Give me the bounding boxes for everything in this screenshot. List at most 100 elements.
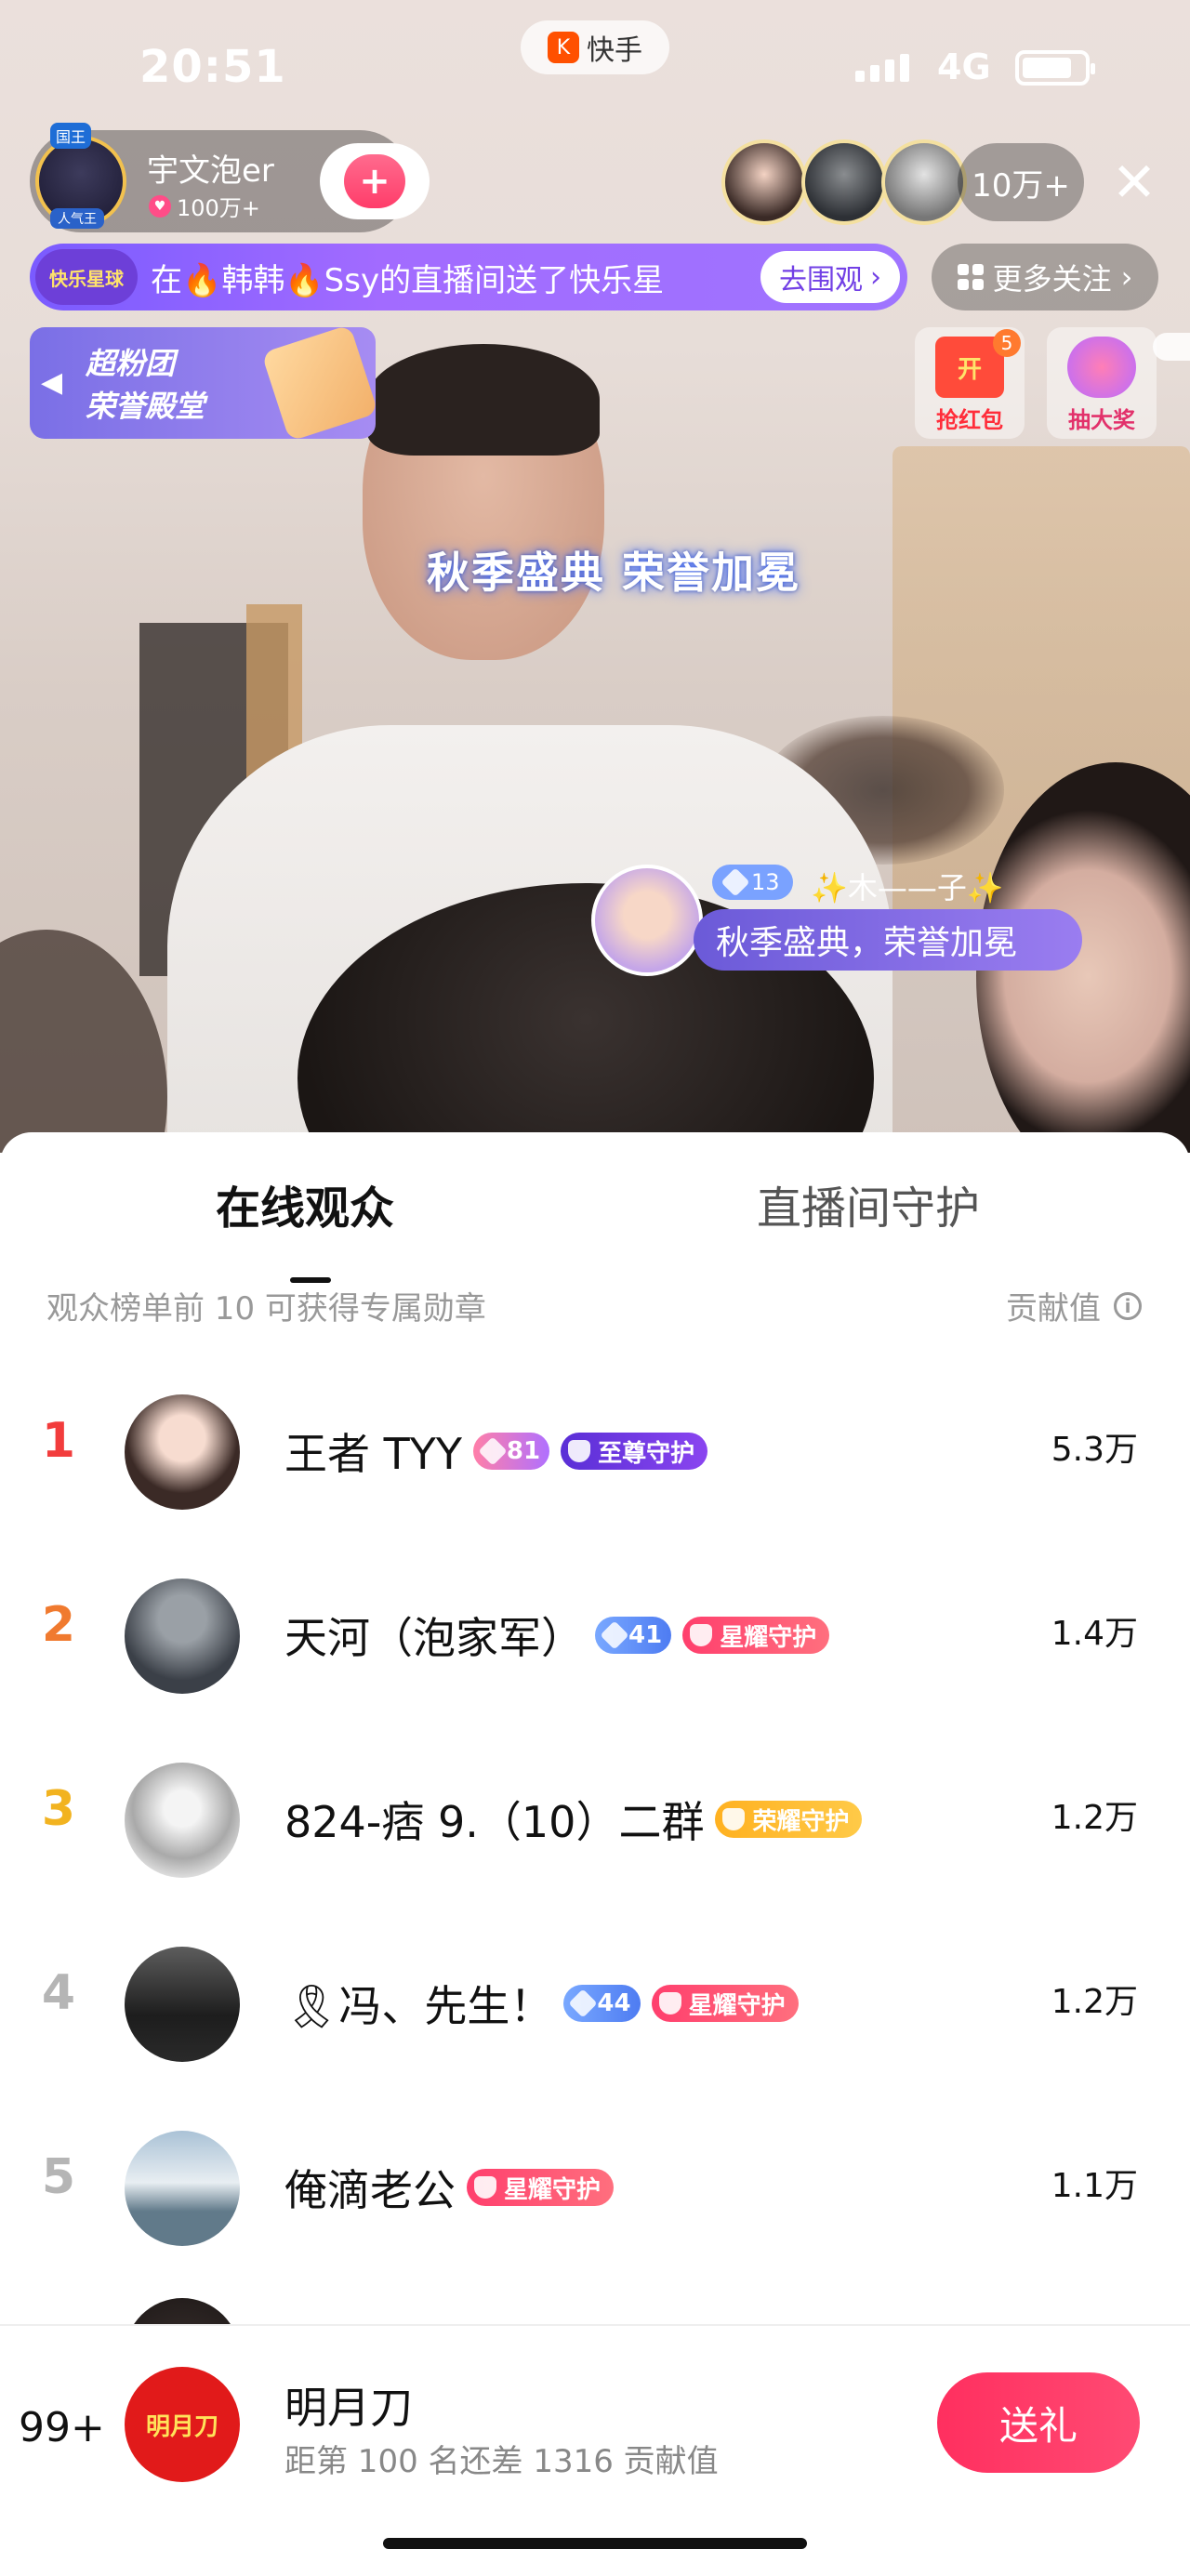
viewer-avatar[interactable] bbox=[125, 2131, 240, 2246]
guard-label: 至尊守护 bbox=[598, 1439, 695, 1468]
tab-online-audience[interactable]: 在线观众 bbox=[216, 1171, 394, 1236]
commenter-avatar[interactable] bbox=[591, 865, 703, 976]
contribution-value: 1.4万 bbox=[1051, 1615, 1138, 1653]
host-crown-badge: 国王 bbox=[50, 123, 92, 149]
my-avatar[interactable]: 明月刀 bbox=[125, 2367, 240, 2482]
rank-number: 1 bbox=[41, 1413, 76, 1469]
app-name: 快手 bbox=[587, 34, 642, 67]
red-packet-label: 抢红包 bbox=[936, 407, 1003, 433]
rank-number: 3 bbox=[41, 1781, 76, 1837]
level-badge: 41 bbox=[595, 1617, 672, 1654]
shield-icon bbox=[474, 2176, 496, 2199]
viewer-name: 俺滴老公 bbox=[284, 2165, 456, 2215]
ranking-row[interactable]: 3 824-痞 9.（10）二群 荣耀守护 1.2万 bbox=[0, 1737, 1190, 1904]
top-viewer-avatar[interactable] bbox=[721, 139, 807, 225]
ranking-row[interactable]: 2 天河（泡家军） 41 星耀守护 1.4万 bbox=[0, 1552, 1190, 1720]
my-rank-number: 99+ bbox=[19, 2404, 105, 2451]
go-watch-button[interactable]: 去围观 › bbox=[760, 251, 900, 303]
fan-card-line2: 荣誉殿堂 bbox=[86, 389, 205, 424]
guard-label: 星耀守护 bbox=[720, 1623, 817, 1652]
shield-icon bbox=[722, 1808, 746, 1830]
send-gift-button[interactable]: 送礼 bbox=[937, 2372, 1140, 2473]
viewer-avatar[interactable] bbox=[125, 1947, 240, 2062]
viewer-name-line: 🎗冯、先生！ 44 星耀守护 bbox=[284, 1973, 799, 2034]
commenter-nickname: ✨木——子✨ bbox=[811, 870, 1004, 905]
commenter-level: 13 bbox=[751, 869, 780, 895]
gift-broadcast-banner[interactable]: 快乐星球 在🔥韩韩🔥Ssy的直播间送了快乐星 去围观 › bbox=[30, 244, 907, 310]
contribution-value: 1.1万 bbox=[1051, 2167, 1138, 2205]
home-indicator[interactable] bbox=[383, 2538, 807, 2549]
viewer-name-line: 824-痞 9.（10）二群 荣耀守护 bbox=[284, 1789, 863, 1850]
ranking-row[interactable]: 1 王者 TYY 81 至尊守护 5.3万 bbox=[0, 1368, 1190, 1536]
fan-club-hall-card[interactable]: ◀ 超粉团 荣誉殿堂 bbox=[30, 327, 376, 439]
kuaishou-logo-icon: K bbox=[548, 32, 579, 63]
guard-label: 星耀守护 bbox=[688, 1991, 786, 2020]
viewer-name-line: 天河（泡家军） 41 星耀守护 bbox=[284, 1605, 830, 1666]
lottery-icon bbox=[1067, 337, 1136, 398]
heart-plus-icon: + bbox=[344, 154, 405, 208]
level-value: 81 bbox=[506, 1437, 541, 1465]
gift-box-icon bbox=[260, 327, 376, 439]
diamond-icon bbox=[600, 1620, 629, 1650]
guard-badge: 星耀守护 bbox=[467, 2169, 615, 2206]
viewer-name-line: 王者 TYY 81 至尊守护 bbox=[284, 1420, 708, 1482]
level-value: 41 bbox=[628, 1621, 663, 1649]
guard-label: 星耀守护 bbox=[504, 2175, 602, 2204]
battery-icon bbox=[1015, 50, 1095, 86]
lottery-button[interactable]: 抽大奖 bbox=[1047, 327, 1157, 439]
host-info-pill[interactable]: 国王 人气王 宇文泡er ♥ 100万+ + bbox=[30, 123, 430, 232]
app-badge: K 快手 bbox=[521, 20, 669, 74]
level-badge: 81 bbox=[472, 1433, 550, 1470]
level-badge: 44 bbox=[563, 1985, 641, 2022]
my-rank-gap: 距第 100 名还差 1316 贡献值 bbox=[284, 2443, 719, 2480]
my-name: 明月刀 bbox=[284, 2383, 413, 2433]
ranking-row[interactable]: 4 🎗冯、先生！ 44 星耀守护 1.2万 bbox=[0, 1921, 1190, 2088]
shield-icon bbox=[658, 1992, 681, 2015]
host-popular-tag: 人气王 bbox=[50, 208, 104, 229]
level-value: 44 bbox=[597, 1989, 631, 2017]
guard-badge: 荣耀守护 bbox=[715, 1801, 863, 1838]
broadcast-text: 在🔥韩韩🔥Ssy的直播间送了快乐星 bbox=[151, 261, 665, 299]
guard-badge: 星耀守护 bbox=[682, 1617, 830, 1654]
streamer-hair bbox=[367, 344, 600, 456]
red-packet-count-badge: 5 bbox=[993, 329, 1021, 357]
rank-number: 4 bbox=[41, 1965, 76, 2021]
grid-icon bbox=[957, 264, 984, 290]
viewer-name: 824-痞 9.（10）二群 bbox=[284, 1797, 705, 1847]
rank-number: 5 bbox=[41, 2149, 76, 2205]
contribution-value: 5.3万 bbox=[1051, 1431, 1138, 1469]
ranking-hint: 观众榜单前 10 可获得专属勋章 bbox=[46, 1290, 486, 1328]
contribution-value: 1.2万 bbox=[1051, 1983, 1138, 2021]
viewer-avatar-partial[interactable] bbox=[125, 2298, 240, 2326]
heart-icon: ♥ bbox=[149, 194, 171, 218]
info-icon[interactable]: i bbox=[1114, 1291, 1142, 1320]
shield-icon bbox=[690, 1624, 713, 1646]
happy-planet-badge: 快乐星球 bbox=[35, 249, 138, 305]
close-icon[interactable]: ✕ bbox=[1106, 154, 1162, 210]
red-packet-button[interactable]: 开 5 抢红包 bbox=[915, 327, 1025, 439]
more-follow-button[interactable]: 更多关注 › bbox=[932, 244, 1158, 310]
event-title: 秋季盛典 荣誉加冕 bbox=[316, 535, 911, 601]
collapse-arrow-icon: ◀ bbox=[41, 366, 63, 399]
top-viewer-avatar[interactable] bbox=[801, 139, 887, 225]
viewer-name: 🎗冯、先生！ bbox=[284, 1981, 553, 2031]
network-type: 4G bbox=[937, 46, 991, 87]
viewer-count-button[interactable]: 10万+ bbox=[958, 143, 1084, 221]
ranking-row[interactable]: 5 俺滴老公 星耀守护 1.1万 bbox=[0, 2105, 1190, 2272]
guard-badge: 至尊守护 bbox=[561, 1433, 708, 1470]
viewer-name: 天河（泡家军） bbox=[284, 1613, 584, 1663]
side-drawer-handle[interactable] bbox=[1153, 333, 1190, 361]
follow-button[interactable]: + bbox=[320, 143, 430, 219]
lottery-label: 抽大奖 bbox=[1068, 407, 1135, 433]
viewer-avatar[interactable] bbox=[125, 1763, 240, 1878]
rank-number: 2 bbox=[41, 1597, 76, 1653]
viewer-avatar[interactable] bbox=[125, 1579, 240, 1694]
viewer-avatar[interactable] bbox=[125, 1394, 240, 1510]
host-fans-count: 100万+ bbox=[177, 195, 260, 221]
chevron-right-icon: › bbox=[1120, 259, 1133, 295]
guard-badge: 星耀守护 bbox=[651, 1985, 799, 2022]
contribution-header[interactable]: 贡献值 i bbox=[1006, 1283, 1142, 1328]
viewer-name-line: 俺滴老公 星耀守护 bbox=[284, 2157, 615, 2218]
tab-room-guard[interactable]: 直播间守护 bbox=[757, 1171, 980, 1236]
top-viewer-avatar[interactable] bbox=[881, 139, 967, 225]
